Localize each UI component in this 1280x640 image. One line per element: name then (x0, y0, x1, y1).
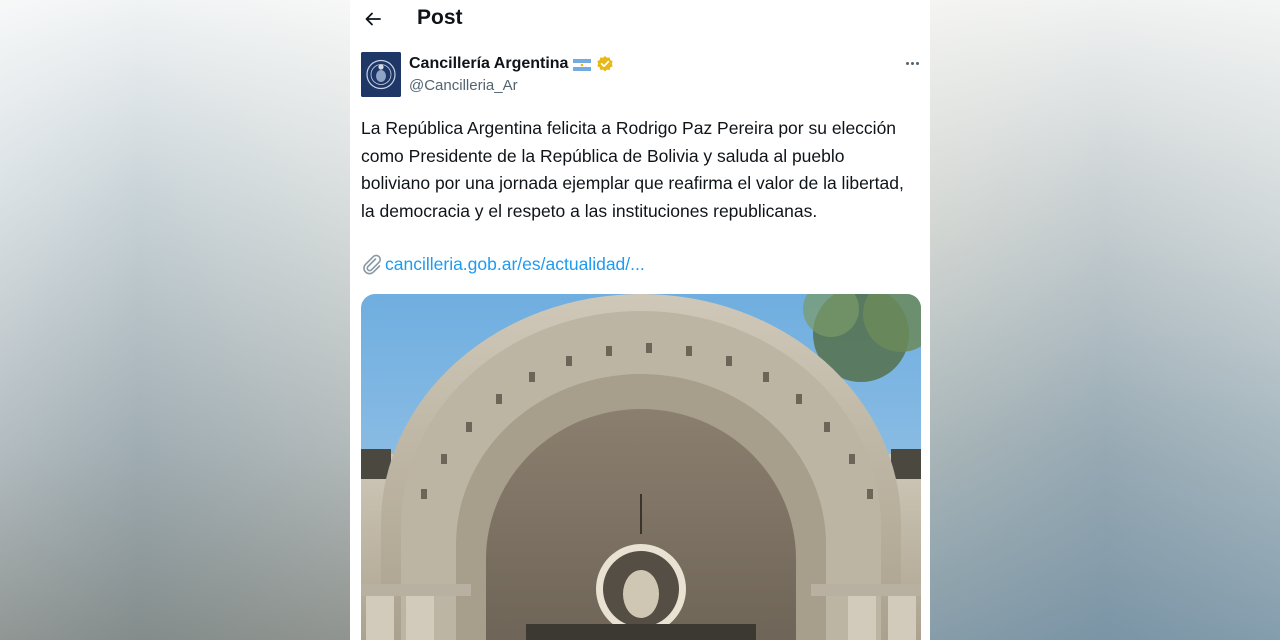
verified-badge-icon[interactable] (596, 55, 614, 73)
tweet-link[interactable]: cancilleria.gob.ar/es/actualidad/... (385, 254, 645, 275)
argentina-flag-icon (573, 58, 592, 71)
author-handle[interactable]: @Cancilleria_Ar (409, 77, 518, 94)
post-header: Post (350, 0, 930, 40)
tweet-media-image[interactable] (361, 294, 921, 640)
tweet-link-row[interactable]: cancilleria.gob.ar/es/actualidad/... (361, 253, 645, 275)
background-right (930, 0, 1280, 640)
avatar[interactable] (361, 52, 401, 97)
author-display-name[interactable]: Cancillería Argentina (409, 55, 568, 73)
arrow-left-icon[interactable] (362, 8, 384, 30)
tweet-text: La República Argentina felicita a Rodrig… (361, 118, 904, 221)
page-title: Post (417, 6, 463, 29)
more-options-icon[interactable] (902, 55, 922, 71)
author-name-row: Cancillería Argentina (409, 53, 614, 75)
post-panel: Post Cancillería Argentina @Cancilleria_… (350, 0, 930, 640)
paperclip-icon (361, 253, 383, 275)
background-left (0, 0, 350, 640)
